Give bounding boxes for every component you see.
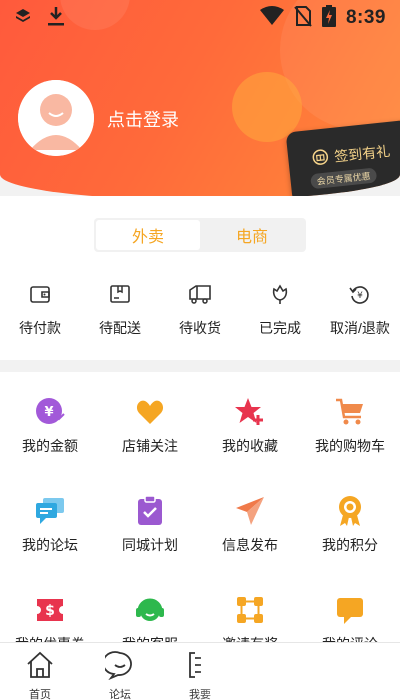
signin-reward-card[interactable]: 签到有礼 会员专属优惠 [285,119,400,200]
grid-item-my-forum[interactable]: 我的论坛 [0,495,100,555]
order-label: 取消/退款 [330,320,390,336]
truck-icon [188,282,212,310]
bottom-nav: 首页 论坛 我要 [0,642,400,700]
paper-plane-icon [234,495,266,527]
grid-label: 同城计划 [122,537,178,553]
nav-label: 论坛 [109,689,131,700]
grid-label: 邀请有奖 [222,634,278,642]
login-link[interactable]: 点击登录 [107,106,179,132]
download-icon [46,5,66,31]
svg-text:$: $ [45,603,55,619]
grid-item-invite-reward[interactable]: 邀请有奖 [200,594,300,642]
grid-label: 我的客服 [122,634,178,642]
tab-ecommerce[interactable]: 电商 [200,220,304,250]
grid-label: 信息发布 [222,537,278,553]
grid-item-store-follow[interactable]: 店铺关注 [100,396,200,456]
grid-item-my-points[interactable]: 我的积分 [300,495,400,555]
heart-icon [134,396,166,428]
nav-forum[interactable]: 论坛 [80,643,160,700]
order-pending-receipt[interactable]: 待收货 [160,282,240,338]
grid-item-my-service[interactable]: 我的客服 [100,594,200,642]
grid-label: 我的购物车 [315,438,385,454]
chat-bubbles-icon [34,495,66,527]
coupon-icon: $ [34,594,66,626]
gift-icon [311,148,329,169]
grid-label: 我的评论 [322,634,378,642]
order-completed[interactable]: 已完成 [240,282,320,338]
battery-charging-icon [321,5,336,31]
comment-icon [334,594,366,626]
grid-item-my-cart[interactable]: 我的购物车 [300,396,400,456]
feature-grid: ¥ 我的金额 店铺关注 我的收藏 我的购物车 我的论坛 同城计划 信息发布 我的… [0,396,400,642]
order-label: 待付款 [19,320,61,336]
grid-item-city-plan[interactable]: 同城计划 [100,495,200,555]
signin-subtitle: 会员专属优惠 [310,167,378,190]
nav-home[interactable]: 首页 [0,643,80,700]
order-pending-delivery[interactable]: 待配送 [80,282,160,338]
signin-title: 签到有礼 [311,141,391,169]
profile-header: 8:39 点击登录 签到有礼 会员专属优惠 [0,0,400,200]
avatar[interactable] [18,80,94,156]
headset-icon [134,594,166,626]
package-icon [108,282,132,310]
layers-icon [14,7,32,29]
grid-item-my-balance[interactable]: ¥ 我的金额 [0,396,100,456]
medal-icon [334,495,366,527]
grid-item-post-info[interactable]: 信息发布 [200,495,300,555]
grid-item-my-coupons[interactable]: $ 我的优惠券 [0,594,100,642]
order-type-tabs: 外卖 电商 [94,218,306,252]
refund-icon: ¥ [348,282,372,310]
svg-text:¥: ¥ [357,291,363,301]
grid-item-my-comments[interactable]: 我的评论 [300,594,400,642]
order-refund[interactable]: ¥ 取消/退款 [320,282,400,338]
grid-label: 店铺关注 [122,438,178,454]
order-status-row: 待付款 待配送 待收货 已完成 ¥ 取消/退款 [0,282,400,338]
flower-icon [268,282,292,310]
grid-label: 我的积分 [322,537,378,553]
nav-overlay-fade [195,643,400,700]
order-label: 待收货 [179,320,221,336]
grid-label: 我的论坛 [22,537,78,553]
yen-coin-icon: ¥ [34,396,66,428]
grid-label: 我的金额 [22,438,78,454]
no-sim-icon [294,5,312,31]
cart-icon [334,396,366,428]
order-label: 待配送 [99,320,141,336]
home-icon [25,650,55,684]
smile-chat-icon [102,650,135,684]
wifi-icon [259,6,284,30]
order-label: 已完成 [259,320,301,336]
grid-label: 我的优惠券 [15,634,85,642]
orders-panel: 外卖 电商 待付款 待配送 待收货 已完成 ¥ 取消/退款 [0,196,400,360]
clipboard-check-icon [134,495,166,527]
network-icon [234,594,266,626]
svg-text:¥: ¥ [44,405,53,420]
wallet-icon [28,282,52,310]
order-pending-payment[interactable]: 待付款 [0,282,80,338]
grid-label: 我的收藏 [222,438,278,454]
star-plus-icon [234,396,266,428]
feature-grid-panel: ¥ 我的金额 店铺关注 我的收藏 我的购物车 我的论坛 同城计划 信息发布 我的… [0,372,400,642]
nav-label: 首页 [29,689,51,700]
status-bar: 8:39 [0,0,400,36]
grid-item-my-favorites[interactable]: 我的收藏 [200,396,300,456]
clock: 8:39 [345,7,386,28]
tab-takeout[interactable]: 外卖 [96,220,200,250]
